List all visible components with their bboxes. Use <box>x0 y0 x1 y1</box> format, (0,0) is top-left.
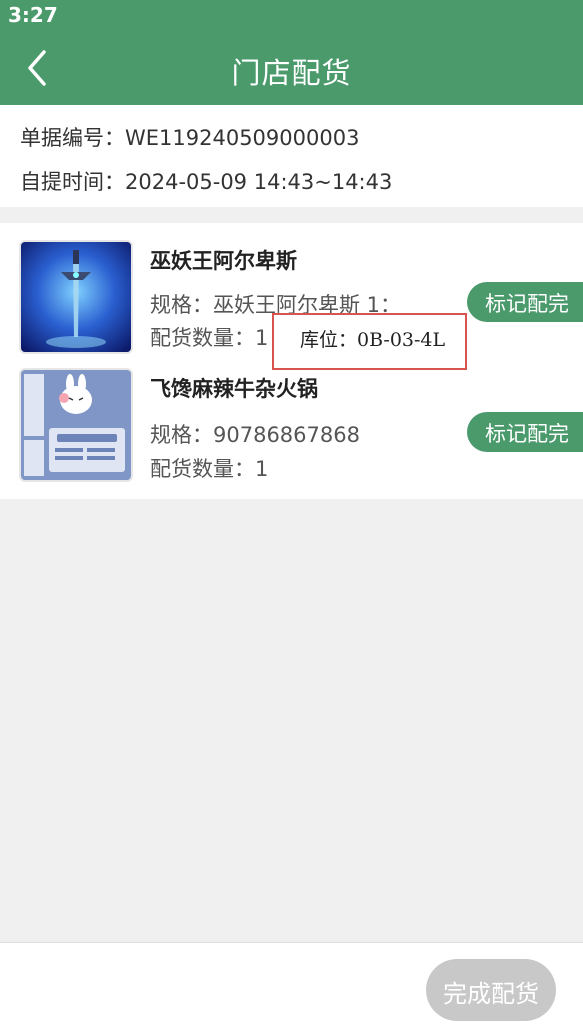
spec-label: 规格： <box>150 293 213 317</box>
pickup-time-value: 2024-05-09 14:43~14:43 <box>125 170 393 194</box>
order-info-panel: 单据编号：WE119240509000003 自提时间：2024-05-09 1… <box>0 105 583 207</box>
product-name: 飞馋麻辣牛杂火锅 <box>150 377 318 401</box>
frostmourne-sword-image <box>21 242 131 352</box>
product-quantity: 配货数量：1 <box>150 322 268 352</box>
spec-value: 90786867868 <box>213 423 360 447</box>
spec-label: 规格： <box>150 423 213 447</box>
list-item: 飞馋麻辣牛杂火锅 规格：90786867868 配货数量：1 标记配完 <box>0 353 583 483</box>
quantity-value: 1 <box>255 326 269 350</box>
page-title: 门店配货 <box>231 56 352 90</box>
pickup-time-row: 自提时间：2024-05-09 14:43~14:43 <box>20 166 392 196</box>
product-spec: 规格：90786867868 <box>150 419 360 449</box>
status-bar: 3:27 <box>0 0 583 30</box>
order-number-label: 单据编号： <box>20 126 125 150</box>
mark-complete-button[interactable]: 标记配完 <box>467 412 583 452</box>
bunny-sticker-image <box>21 370 131 480</box>
navigation-bar: 门店配货 <box>0 30 583 105</box>
pickup-time-label: 自提时间： <box>20 170 125 194</box>
storage-location-tooltip: 库位：0B-03-4L <box>272 313 467 370</box>
quantity-label: 配货数量： <box>150 457 255 481</box>
mark-complete-button[interactable]: 标记配完 <box>467 282 583 322</box>
complete-distribution-button[interactable]: 完成配货 <box>426 959 556 1021</box>
status-time: 3:27 <box>8 3 58 27</box>
product-thumbnail <box>19 368 133 482</box>
product-thumbnail <box>19 240 133 354</box>
order-number-value: WE119240509000003 <box>125 126 360 150</box>
product-quantity: 配货数量：1 <box>150 453 268 483</box>
order-number-row: 单据编号：WE119240509000003 <box>20 122 359 152</box>
bottom-action-bar: 完成配货 <box>0 942 583 1029</box>
quantity-label: 配货数量： <box>150 326 255 350</box>
product-name: 巫妖王阿尔卑斯 <box>150 249 297 273</box>
quantity-value: 1 <box>255 457 269 481</box>
